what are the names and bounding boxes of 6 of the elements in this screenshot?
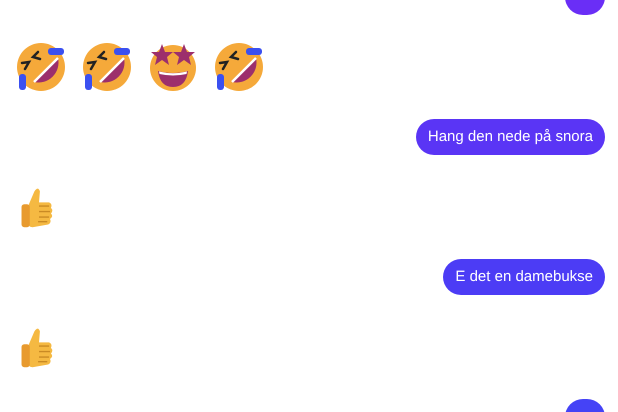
rolling-laughing-emoji-icon [16,42,66,92]
rolling-laughing-emoji-icon [214,42,264,92]
message-bubble: E det en damebukse [443,259,605,295]
rolling-laughing-emoji-icon [82,42,132,92]
message-bubble: Hang den nede på snora [416,119,605,155]
star-struck-emoji-icon [148,42,198,92]
